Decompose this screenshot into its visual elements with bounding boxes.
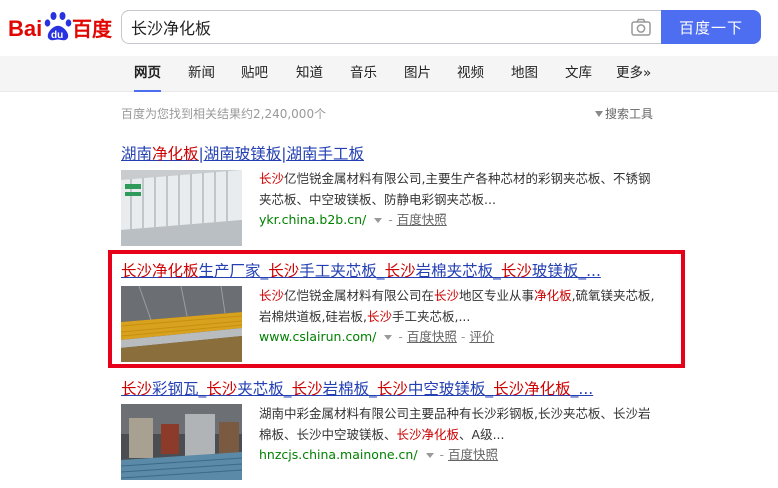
search-tools-button[interactable]: 搜索工具 — [595, 105, 653, 122]
keyword-highlight: 长沙净化板 — [396, 427, 460, 442]
text-segment: _... — [570, 380, 594, 398]
keyword-highlight: 净化板 — [152, 145, 199, 163]
chevron-down-icon[interactable] — [384, 334, 393, 340]
search-box — [121, 10, 661, 44]
tab-video[interactable]: 视频 — [457, 56, 484, 91]
keyword-highlight: 长沙净化板 — [493, 380, 571, 398]
keyword-highlight: 长沙 — [121, 380, 153, 398]
search-result: 湖南净化板|湖南玻镁板|湖南手工板 长沙亿恺锐金属材料有限公司,主要生产各种芯材… — [121, 142, 681, 252]
result-meta: www.cslairun.com/- 百度快照 - 评价 — [259, 329, 495, 344]
funnel-icon — [595, 110, 603, 117]
keyword-highlight: 长沙净化板 — [121, 262, 199, 280]
result-snippet: 湖南中彩金属材料有限公司主要品种有长沙彩钢板,长沙夹芯板、长沙岩棉板、长沙中空玻… — [259, 403, 659, 445]
text-segment: 玻镁板_... — [531, 262, 601, 280]
svg-text:百度: 百度 — [72, 17, 113, 41]
text-segment: 岩棉夹芯板_ — [415, 262, 501, 280]
search-tabs: 网页 新闻 贴吧 知道 音乐 图片 视频 地图 文库 更多» — [0, 56, 778, 92]
result-count: 百度为您找到相关结果约2,240,000个 — [121, 107, 327, 121]
keyword-highlight: 长沙 — [384, 262, 416, 280]
text-segment: 生产厂家_ — [198, 262, 269, 280]
text-segment: |湖南玻镁板|湖南手工板 — [198, 145, 364, 163]
text-segment: 亿恺锐金属材料有限公司,主要生产各种芯材的彩钢夹芯板、不锈钢夹芯板、中空玻镁板、… — [259, 171, 651, 207]
keyword-highlight: 净化板 — [534, 288, 572, 303]
tab-tieba[interactable]: 贴吧 — [241, 56, 268, 91]
keyword-highlight: 长沙 — [268, 262, 300, 280]
keyword-highlight: 长沙 — [366, 309, 392, 324]
tab-zhidao[interactable]: 知道 — [296, 56, 323, 91]
svg-text:du: du — [51, 30, 63, 41]
keyword-highlight: 长沙 — [376, 380, 408, 398]
result-snippet: 长沙亿恺锐金属材料有限公司,主要生产各种芯材的彩钢夹芯板、不锈钢夹芯板、中空玻镁… — [259, 168, 659, 210]
text-segment: 手工夹芯板_ — [299, 262, 385, 280]
text-segment: 地区专业从事 — [459, 288, 535, 303]
text-segment: 手工夹芯板,... — [391, 309, 471, 324]
baidu-logo[interactable]: Bai du 百度 — [8, 6, 116, 46]
camera-icon[interactable] — [631, 18, 651, 36]
result-meta: ykr.china.b2b.cn/- 百度快照 — [259, 212, 447, 227]
text-segment: 岩棉板_ — [322, 380, 377, 398]
tab-more[interactable]: 更多» — [616, 56, 651, 91]
keyword-highlight: 长沙 — [291, 380, 323, 398]
chevron-down-icon[interactable] — [425, 452, 434, 458]
search-result: 长沙净化板生产厂家_长沙手工夹芯板_长沙岩棉夹芯板_长沙玻镁板_... 长沙亿恺… — [121, 259, 681, 369]
search-result: 长沙彩钢瓦_长沙夹芯板_长沙岩棉板_长沙中空玻镁板_长沙净化板_... 湖南中彩… — [121, 377, 681, 487]
result-title-link[interactable]: 长沙净化板生产厂家_长沙手工夹芯板_长沙岩棉夹芯板_长沙玻镁板_... — [121, 259, 601, 281]
tab-music[interactable]: 音乐 — [350, 56, 377, 91]
result-thumbnail[interactable] — [121, 404, 242, 480]
text-segment: 、A级... — [459, 427, 505, 442]
result-meta: hnzcjs.china.mainone.cn/- 百度快照 — [259, 447, 499, 462]
snapshot-link[interactable]: 百度快照 — [407, 329, 457, 344]
tab-web[interactable]: 网页 — [134, 56, 161, 92]
result-snippet: 长沙亿恺锐金属材料有限公司在长沙地区专业从事净化板,硫氧镁夹芯板,岩棉烘道板,硅… — [259, 285, 659, 327]
header: Bai du 百度 百度一下 — [0, 0, 778, 52]
snapshot-link[interactable]: 百度快照 — [397, 212, 447, 227]
search-button[interactable]: 百度一下 — [661, 10, 761, 44]
tab-images[interactable]: 图片 — [404, 56, 431, 91]
keyword-highlight: 长沙 — [259, 171, 285, 186]
result-title-link[interactable]: 长沙彩钢瓦_长沙夹芯板_长沙岩棉板_长沙中空玻镁板_长沙净化板_... — [121, 377, 593, 399]
keyword-highlight: 长沙 — [259, 288, 285, 303]
chevron-down-icon[interactable] — [374, 217, 383, 223]
result-url[interactable]: www.cslairun.com/ — [259, 329, 376, 344]
text-segment: 彩钢瓦_ — [152, 380, 207, 398]
text-segment: 亿恺锐金属材料有限公司在 — [284, 288, 435, 303]
tab-wenku[interactable]: 文库 — [565, 56, 592, 91]
result-thumbnail[interactable] — [121, 170, 242, 246]
tab-news[interactable]: 新闻 — [188, 56, 215, 91]
tab-map[interactable]: 地图 — [511, 56, 538, 91]
result-thumbnail[interactable] — [121, 286, 242, 362]
snapshot-link[interactable]: 百度快照 — [448, 447, 498, 462]
text-segment: 夹芯板_ — [237, 380, 292, 398]
text-segment: 中空玻镁板_ — [407, 380, 494, 398]
text-segment: 湖南 — [121, 145, 153, 163]
result-url[interactable]: hnzcjs.china.mainone.cn/ — [259, 447, 418, 462]
review-link[interactable]: 评价 — [469, 329, 494, 344]
result-title-link[interactable]: 湖南净化板|湖南玻镁板|湖南手工板 — [121, 142, 364, 164]
keyword-highlight: 长沙 — [500, 262, 532, 280]
result-url[interactable]: ykr.china.b2b.cn/ — [259, 212, 366, 227]
search-input[interactable] — [122, 11, 612, 43]
keyword-highlight: 长沙 — [434, 288, 460, 303]
keyword-highlight: 长沙 — [206, 380, 238, 398]
svg-text:Bai: Bai — [8, 16, 42, 41]
